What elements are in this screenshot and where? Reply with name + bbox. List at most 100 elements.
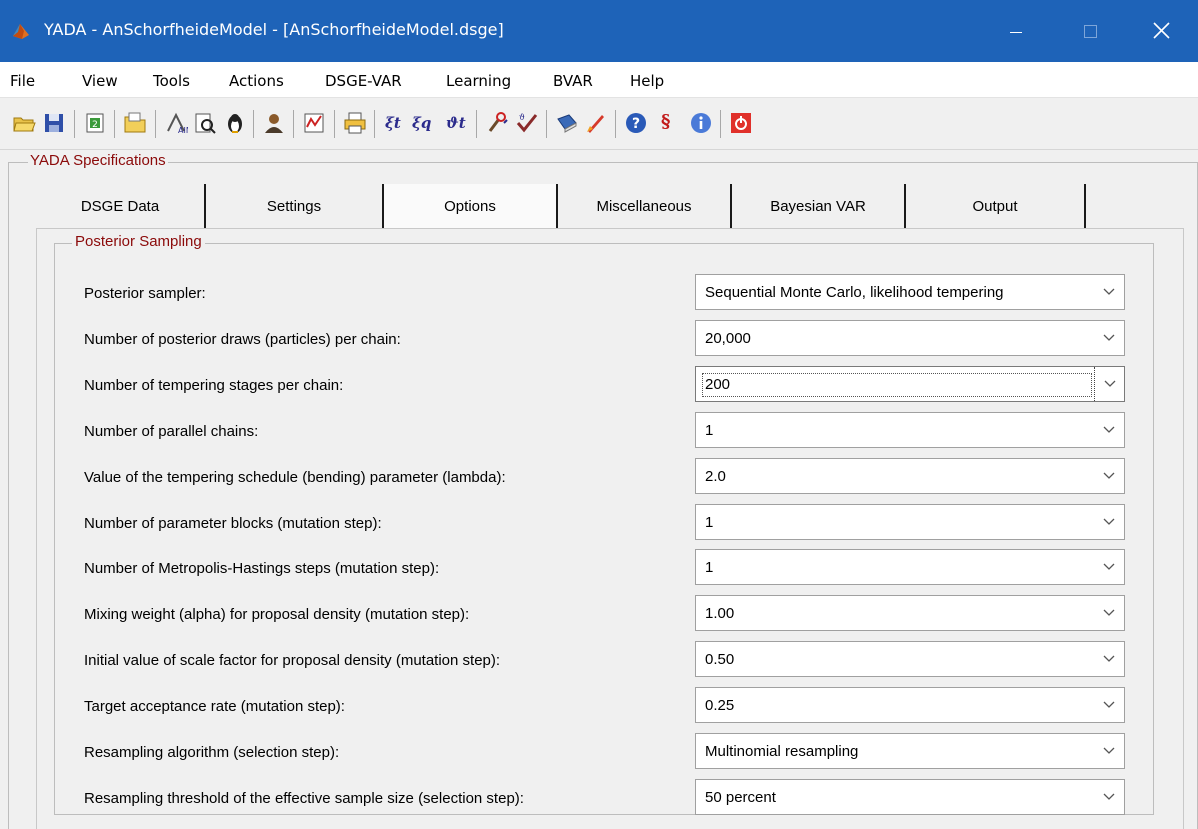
menu-bar: File View Tools Actions DSGE-VAR Learnin… xyxy=(0,62,1198,98)
maximize-icon[interactable] xyxy=(1060,0,1120,62)
field-label: Number of tempering stages per chain: xyxy=(84,377,344,394)
field-label: Value of the tempering schedule (bending… xyxy=(84,469,506,486)
dropdown-select[interactable]: Sequential Monte Carlo, likelihood tempe… xyxy=(695,274,1125,310)
document-search-icon[interactable] xyxy=(193,111,217,135)
chevron-down-icon[interactable] xyxy=(1094,688,1124,722)
minimize-icon[interactable] xyxy=(986,0,1046,62)
dropdown-value: 1.00 xyxy=(705,605,735,622)
dropdown-select[interactable]: 0.25 xyxy=(695,687,1125,723)
toolbar-separator xyxy=(74,110,75,138)
window-title: YADA - AnSchorfheideModel - [AnSchorfhei… xyxy=(44,20,504,39)
chevron-down-icon[interactable] xyxy=(1094,413,1124,447)
book-icon[interactable] xyxy=(555,111,579,135)
svg-text:2: 2 xyxy=(92,120,98,130)
rocket-icon[interactable] xyxy=(584,111,608,135)
field-label: Posterior sampler: xyxy=(84,285,206,302)
toolbar-separator xyxy=(476,110,477,138)
tab-output[interactable]: Output xyxy=(906,184,1086,230)
toolbar-separator xyxy=(293,110,294,138)
toolbar-separator xyxy=(615,110,616,138)
posterior-sampling-label: Posterior Sampling xyxy=(72,233,205,250)
refresh-icon[interactable]: 2 xyxy=(83,111,107,135)
folder-icon[interactable] xyxy=(123,111,147,135)
dropdown-select[interactable]: 0.50 xyxy=(695,641,1125,677)
menu-bvar[interactable]: BVAR xyxy=(553,72,593,90)
section-icon[interactable]: § xyxy=(661,111,670,132)
dropdown-select[interactable]: 20,000 xyxy=(695,320,1125,356)
menu-help[interactable]: Help xyxy=(630,72,664,90)
dropdown-value: 1 xyxy=(705,422,714,439)
toolbar: 2 AIM ξt ξq ϑt ϑ ? § xyxy=(0,98,1198,150)
chevron-down-icon[interactable] xyxy=(1094,367,1124,401)
theta-t-label[interactable]: ϑt xyxy=(446,114,466,132)
toolbar-separator xyxy=(253,110,254,138)
menu-tools[interactable]: Tools xyxy=(153,72,190,90)
field-label: Number of parameter blocks (mutation ste… xyxy=(84,515,382,532)
field-label: Resampling algorithm (selection step): xyxy=(84,744,340,761)
menu-actions[interactable]: Actions xyxy=(229,72,284,90)
tab-settings[interactable]: Settings xyxy=(206,184,384,230)
toolbar-separator xyxy=(114,110,115,138)
info-icon[interactable] xyxy=(689,111,713,135)
chevron-down-icon[interactable] xyxy=(1094,596,1124,630)
xi-q-label[interactable]: ξq xyxy=(412,114,431,132)
wrench-icon[interactable] xyxy=(485,111,509,135)
menu-view[interactable]: View xyxy=(82,72,118,90)
chevron-down-icon[interactable] xyxy=(1094,780,1124,814)
menu-dsge-var[interactable]: DSGE-VAR xyxy=(325,72,402,90)
field-label: Target acceptance rate (mutation step): xyxy=(84,698,345,715)
open-folder-icon[interactable] xyxy=(12,111,36,135)
tab-bayesian-var[interactable]: Bayesian VAR xyxy=(732,184,906,230)
dropdown-select[interactable]: 1.00 xyxy=(695,595,1125,631)
dropdown-select[interactable]: 2.0 xyxy=(695,458,1125,494)
toolbar-separator xyxy=(720,110,721,138)
field-label: Number of parallel chains: xyxy=(84,423,259,440)
chevron-down-icon[interactable] xyxy=(1094,321,1124,355)
check-tool-icon[interactable]: ϑ xyxy=(515,111,539,135)
dropdown-select[interactable]: Multinomial resampling xyxy=(695,733,1125,769)
dropdown-value: 1 xyxy=(705,514,714,531)
save-icon[interactable] xyxy=(42,111,66,135)
title-bar: YADA - AnSchorfheideModel - [AnSchorfhei… xyxy=(0,0,1198,62)
tab-label: Output xyxy=(972,198,1018,215)
close-icon[interactable] xyxy=(1132,0,1192,62)
chevron-down-icon[interactable] xyxy=(1094,505,1124,539)
tab-miscellaneous[interactable]: Miscellaneous xyxy=(558,184,732,230)
chevron-down-icon[interactable] xyxy=(1094,642,1124,676)
tab-label: Miscellaneous xyxy=(596,198,692,215)
dropdown-select[interactable]: 50 percent xyxy=(695,779,1125,815)
tab-dsge-data[interactable]: DSGE Data xyxy=(36,184,206,230)
dropdown-value: 20,000 xyxy=(705,330,751,347)
dropdown-select[interactable]: 1 xyxy=(695,549,1125,585)
dropdown-value: 0.25 xyxy=(705,697,735,714)
dropdown-value: 200 xyxy=(701,373,1093,397)
chart-icon[interactable] xyxy=(302,111,326,135)
svg-text:ϑ: ϑ xyxy=(519,113,525,122)
dropdown-value: Multinomial resampling xyxy=(705,743,859,760)
chevron-down-icon[interactable] xyxy=(1094,459,1124,493)
chevron-down-icon[interactable] xyxy=(1094,275,1124,309)
tab-label: DSGE Data xyxy=(80,198,160,215)
dropdown-select[interactable]: 1 xyxy=(695,504,1125,540)
toolbar-separator xyxy=(155,110,156,138)
chevron-down-icon[interactable] xyxy=(1094,550,1124,584)
penguin-icon[interactable] xyxy=(223,111,247,135)
toolbar-separator xyxy=(374,110,375,138)
chevron-down-icon[interactable] xyxy=(1094,734,1124,768)
print-icon[interactable] xyxy=(343,111,367,135)
dropdown-value: 0.50 xyxy=(705,651,735,668)
help-icon[interactable]: ? xyxy=(624,111,648,135)
tab-options[interactable]: Options xyxy=(384,184,558,230)
dropdown-select[interactable]: 200 xyxy=(695,366,1125,402)
field-label: Mixing weight (alpha) for proposal densi… xyxy=(84,606,470,623)
menu-learning[interactable]: Learning xyxy=(446,72,511,90)
field-label: Initial value of scale factor for propos… xyxy=(84,652,501,669)
menu-file[interactable]: File xyxy=(10,72,35,90)
toolbar-separator xyxy=(334,110,335,138)
dropdown-select[interactable]: 1 xyxy=(695,412,1125,448)
aim-icon[interactable]: AIM xyxy=(164,111,193,135)
svg-text:?: ? xyxy=(632,116,640,132)
xi-t-label[interactable]: ξt xyxy=(385,114,401,132)
power-icon[interactable] xyxy=(729,111,753,135)
user-icon[interactable] xyxy=(262,111,286,135)
